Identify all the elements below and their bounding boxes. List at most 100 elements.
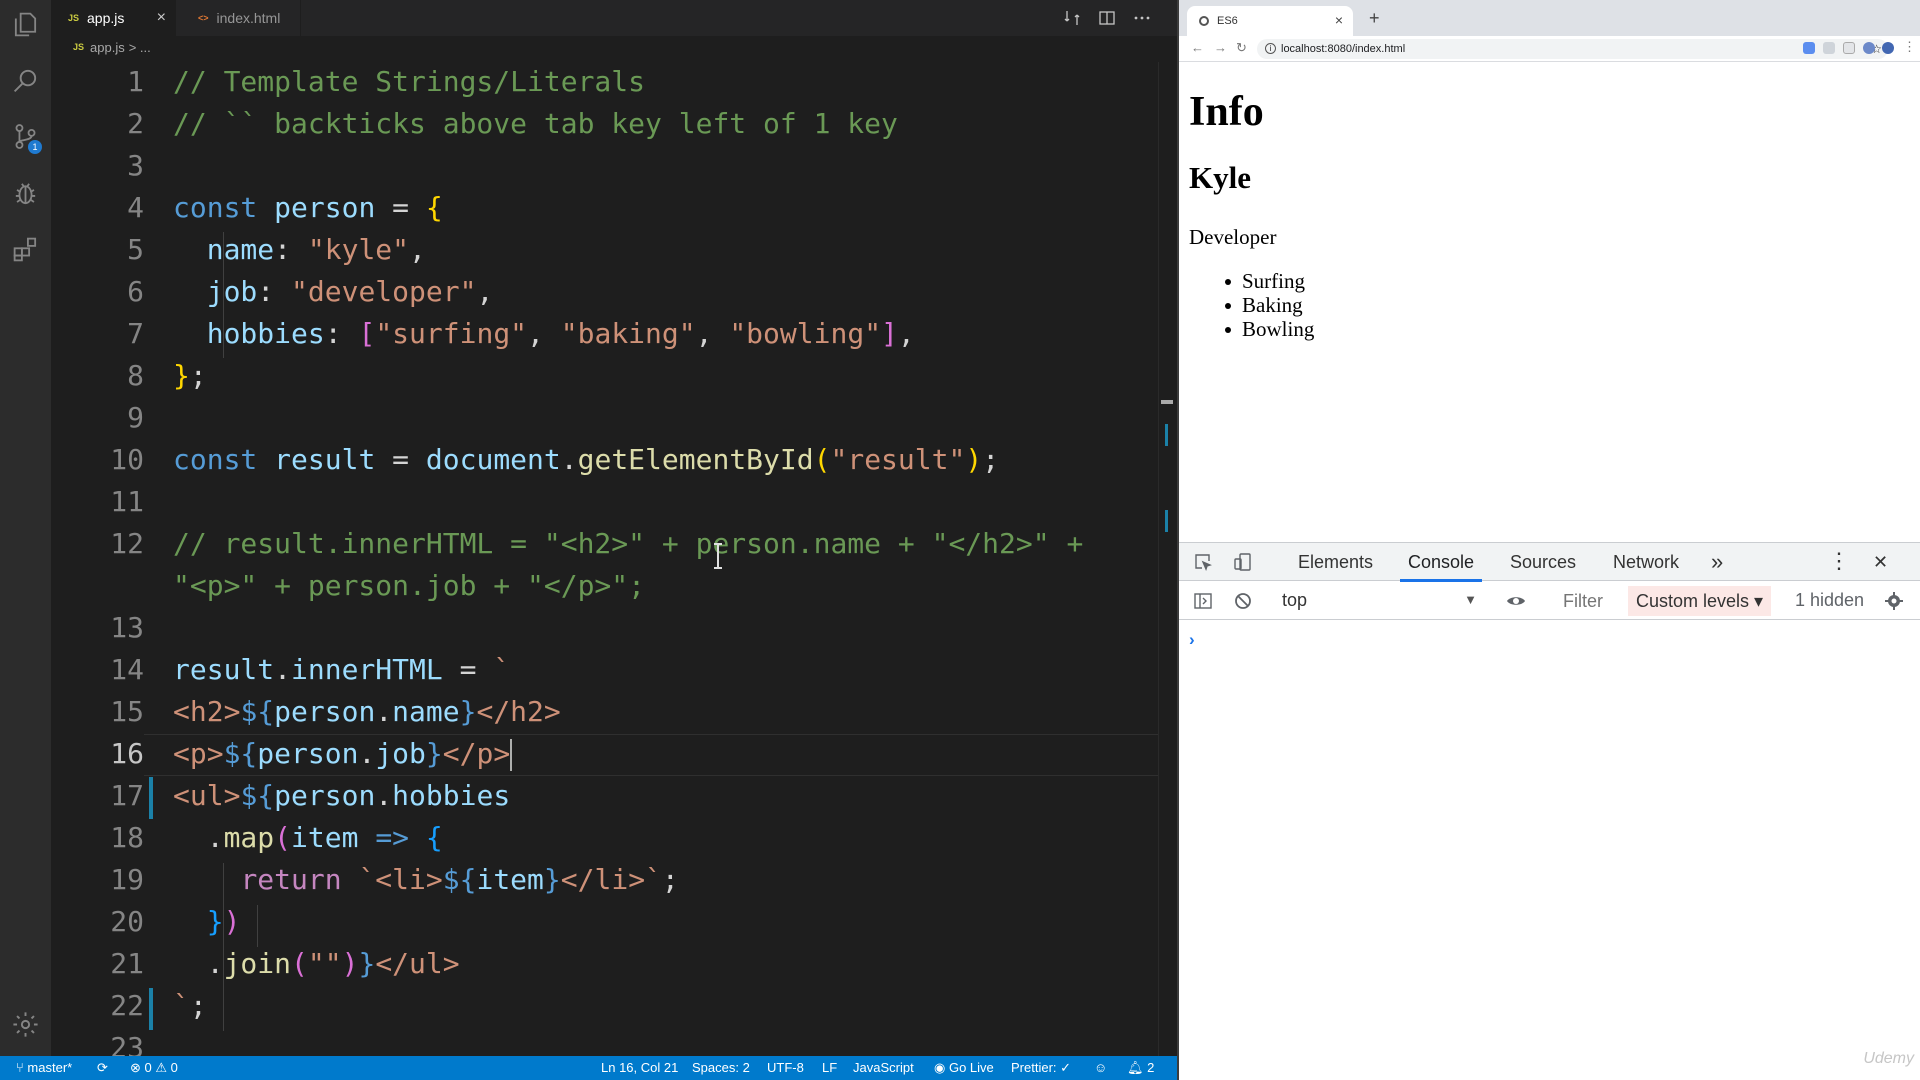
sidebar-toggle-icon[interactable] [1193,591,1213,611]
extension-icon[interactable] [1863,42,1875,54]
code-editor[interactable]: 1 2 3 4 5 6 7 8 9 10 11 12 13 14 15 16 17 18 19 20 21 22 23 //… [51,62,1158,1056]
console-toolbar: top ▼ Custom levels ▾ 1 hidden [1179,582,1920,620]
tab-index-html[interactable]: <> index.html [176,0,301,36]
console-settings-gear-icon[interactable] [1884,591,1904,611]
eol-setting[interactable]: LF [822,1056,837,1080]
extension-icon[interactable] [1843,42,1855,54]
notification-count: 2 [1147,1060,1155,1075]
browser-toolbar: ← → ↻ i localhost:8080/index.html ☆ ⋮ [1179,36,1920,62]
branch-name: master* [27,1060,73,1075]
settings-gear-icon[interactable] [11,1010,40,1039]
devtools-panel: Elements Console Sources Network » ⋮ ✕ t… [1179,542,1920,1080]
browser-tab-strip: ES6 × + [1179,0,1920,36]
extensions-icon[interactable] [11,235,40,264]
source-control-badge: 1 [28,140,42,154]
devtools-menu-icon[interactable]: ⋮ [1828,542,1850,580]
go-live-button[interactable]: ◉ Go Live [934,1056,994,1080]
code-line: job: "developer", [206,275,494,308]
url-text: localhost:8080/index.html [1281,43,1406,55]
context-selector[interactable]: top ▼ [1282,590,1477,612]
debug-icon[interactable] [11,179,40,208]
person-name: Kyle [1189,160,1251,195]
page-heading: Info [1189,89,1264,135]
web-page: Info Kyle Developer Surfing Baking Bowli… [1189,62,1909,542]
go-live-label: Go Live [948,1060,994,1075]
line-number: 15 [110,695,144,728]
breadcrumb-file[interactable]: app.js [90,40,125,55]
line-number: 8 [127,359,144,392]
line-number: 2 [127,107,144,140]
language-mode[interactable]: JavaScript [853,1056,914,1080]
tab-console[interactable]: Console [1399,543,1483,582]
browser-menu-icon[interactable]: ⋮ [1903,39,1916,55]
list-item: Baking [1224,293,1314,317]
code-line: hobbies: ["surfing", "baking", "bowling"… [206,317,915,350]
udemy-watermark: Udemy [1863,1050,1914,1067]
close-devtools-icon[interactable]: ✕ [1873,543,1888,581]
notifications-bell[interactable]: 🔔︎ 2 [1127,1056,1154,1080]
back-arrow-icon[interactable]: ← [1191,40,1204,55]
device-toolbar-icon[interactable] [1233,552,1253,572]
console-prompt[interactable]: › [1189,630,1195,650]
devtools-tab-bar: Elements Console Sources Network » ⋮ ✕ [1179,542,1920,582]
text-cursor [510,739,513,771]
cursor-position[interactable]: Ln 16, Col 21 [601,1056,678,1080]
line-number: 17 [110,779,144,812]
open-changes-icon[interactable] [1062,8,1082,28]
editor-scrollbar[interactable] [1158,62,1177,1056]
profile-avatar[interactable] [1882,42,1894,54]
line-number: 9 [127,401,144,434]
prettier-status[interactable]: Prettier: ✓ [1011,1056,1071,1080]
new-tab-button[interactable]: + [1369,8,1380,29]
hidden-count: 1 hidden [1795,590,1865,610]
tab-app-js[interactable]: JS app.js × [51,0,176,36]
breadcrumb: JS app.js > ... [51,36,1177,58]
branch-indicator[interactable]: ⑂ master* [16,1056,72,1080]
tab-elements[interactable]: Elements [1298,543,1373,581]
list-item: Surfing [1224,269,1314,293]
log-levels-dropdown[interactable]: Custom levels ▾ [1628,586,1771,616]
live-expression-eye-icon[interactable] [1506,591,1526,611]
reload-icon[interactable]: ↻ [1236,40,1247,56]
indentation-setting[interactable]: Spaces: 2 [692,1056,750,1080]
tab-sources[interactable]: Sources [1510,543,1576,581]
code-line: const person = { [173,191,443,224]
close-tab-icon[interactable]: × [157,9,166,27]
sync-icon[interactable]: ⟳ [97,1056,108,1080]
feedback-smiley-icon[interactable]: ☺ [1094,1056,1107,1080]
code-line: name: "kyle", [206,233,426,266]
code-line: result.innerHTML = ` [173,653,511,686]
close-tab-icon[interactable]: × [1335,12,1343,28]
scrollbar-change-marker [1165,510,1168,532]
line-number: 1 [127,65,144,98]
inspect-element-icon[interactable] [1193,552,1213,572]
browser-window: ES6 × + ← → ↻ i localhost:8080/index.htm… [1177,0,1920,1080]
breadcrumb-rest[interactable]: > ... [129,40,151,55]
problems-indicator[interactable]: ⊗ 0 ⚠ 0 [130,1056,178,1080]
info-icon[interactable]: i [1265,43,1276,54]
search-icon[interactable] [11,66,40,95]
filter-input[interactable] [1553,587,1625,615]
line-number: 20 [110,905,144,938]
more-tabs-icon[interactable]: » [1711,543,1723,581]
code-line: // `` backticks above tab key left of 1 … [173,107,898,140]
address-bar[interactable]: i localhost:8080/index.html ☆ [1257,39,1888,59]
split-editor-icon[interactable] [1097,8,1117,28]
tab-network[interactable]: Network [1613,543,1679,581]
extension-icon[interactable] [1803,42,1815,54]
explorer-icon[interactable] [11,10,40,39]
line-number: 7 [127,317,144,350]
activity-bar: 1 [0,0,51,1056]
line-number: 14 [110,653,144,686]
forward-arrow-icon[interactable]: → [1214,40,1227,55]
html-file-icon: <> [198,13,209,23]
extension-icon[interactable] [1823,42,1835,54]
browser-tab[interactable]: ES6 × [1187,6,1353,36]
browser-tab-title: ES6 [1217,15,1238,27]
more-actions-icon[interactable] [1132,8,1152,28]
clear-console-icon[interactable] [1233,591,1253,611]
status-bar: ⑂ master* ⟳ ⊗ 0 ⚠ 0 Ln 16, Col 21 Spaces… [0,1056,1177,1080]
js-file-icon: JS [68,13,80,23]
line-number: 22 [110,989,144,1022]
encoding-setting[interactable]: UTF-8 [767,1056,804,1080]
